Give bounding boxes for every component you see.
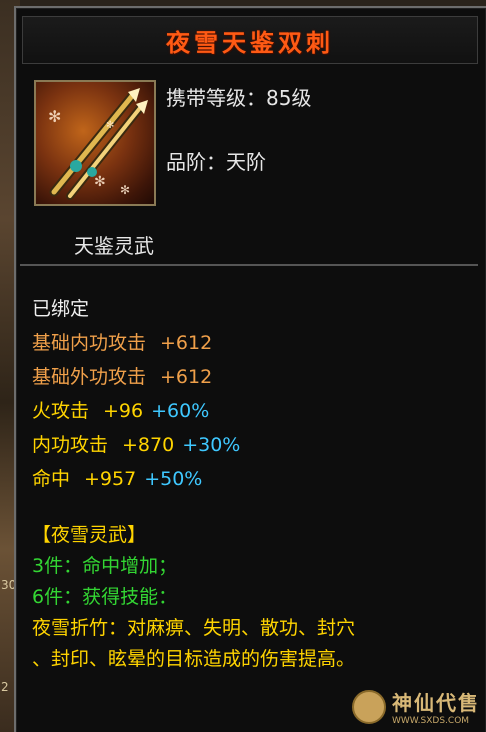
stat-base-outer-attack: 基础外功攻击 +612 (32, 360, 472, 394)
carry-level-value: 85级 (266, 86, 312, 110)
scene-number: 2 (1, 680, 9, 694)
item-subtitle-bar: 天鉴灵武 (22, 226, 476, 262)
set-skill-desc-1: 夜雪折竹：对麻痹、失明、散功、封穴 (32, 617, 356, 639)
set-bonus-block: 【夜雪灵武】 3件：命中增加； 6件：获得技能： 夜雪折竹：对麻痹、失明、散功、… (32, 520, 482, 675)
watermark: 神仙代售 WWW.SXDS.COM (352, 687, 480, 726)
game-screen: 30 2 夜雪天鉴双刺 ✻ ✻ ✻ ✻ 携带等级：85级 品阶：天阶 天鉴灵武 … (0, 0, 486, 732)
item-grade: 品阶：天阶 (166, 146, 266, 175)
set-3-piece: 3件：命中增加； (32, 555, 178, 577)
carry-level-label: 携带等级： (166, 86, 266, 110)
divider (20, 264, 478, 266)
twin-daggers-icon[interactable]: ✻ ✻ ✻ ✻ (34, 80, 156, 206)
stat-value: +957 (84, 468, 137, 490)
stat-fire-attack: 火攻击 +96 +60% (32, 394, 472, 428)
stat-value: +870 (122, 434, 175, 456)
twin-daggers-icon-graphic: ✻ ✻ ✻ ✻ (48, 88, 148, 200)
stat-label: 基础内功攻击 (32, 332, 147, 354)
set-name: 【夜雪灵武】 (32, 524, 147, 546)
item-name: 夜雪天鉴双刺 (166, 28, 334, 57)
tooltip-title-bar: 夜雪天鉴双刺 (22, 16, 478, 64)
stat-base-inner-attack: 基础内功攻击 +612 (32, 326, 472, 360)
attribute-list: 已绑定 基础内功攻击 +612 基础外功攻击 +612 火攻击 +96 +60% 内功攻… (32, 292, 472, 496)
watermark-logo-icon (352, 689, 386, 724)
set-6-piece: 6件：获得技能： (32, 586, 178, 608)
set-skill-desc-2: 、封印、眩晕的目标造成的伤害提高。 (32, 648, 356, 670)
stat-inner-attack: 内功攻击 +870 +30% (32, 428, 472, 462)
stat-label: 基础外功攻击 (32, 366, 147, 388)
stat-bonus: +60% (151, 400, 210, 422)
carry-level: 携带等级：85级 (166, 82, 311, 111)
item-subtitle: 天鉴灵武 (74, 233, 154, 258)
stat-bonus: +50% (144, 468, 203, 490)
watermark-name: 神仙代售 (392, 691, 480, 715)
stat-value: +96 (103, 400, 144, 422)
watermark-text-block: 神仙代售 WWW.SXDS.COM (392, 687, 480, 726)
svg-text:✻: ✻ (106, 120, 114, 131)
stat-bonus: +30% (182, 434, 241, 456)
stat-value: +612 (160, 366, 213, 388)
stat-hit: 命中 +957 +50% (32, 462, 472, 496)
grade-label: 品阶： (166, 150, 226, 174)
svg-text:✻: ✻ (94, 174, 106, 190)
bound-status: 已绑定 (32, 298, 90, 320)
svg-text:✻: ✻ (48, 107, 61, 126)
watermark-url: WWW.SXDS.COM (392, 716, 470, 726)
stat-value: +612 (160, 332, 213, 354)
stat-label: 内功攻击 (32, 434, 109, 456)
svg-text:✻: ✻ (120, 183, 130, 197)
stat-label: 火攻击 (32, 400, 90, 422)
stat-label: 命中 (32, 468, 71, 490)
item-tooltip: 夜雪天鉴双刺 ✻ ✻ ✻ ✻ 携带等级：85级 品阶：天阶 天鉴灵武 已绑定 基… (14, 6, 486, 732)
grade-value: 天阶 (226, 150, 266, 174)
